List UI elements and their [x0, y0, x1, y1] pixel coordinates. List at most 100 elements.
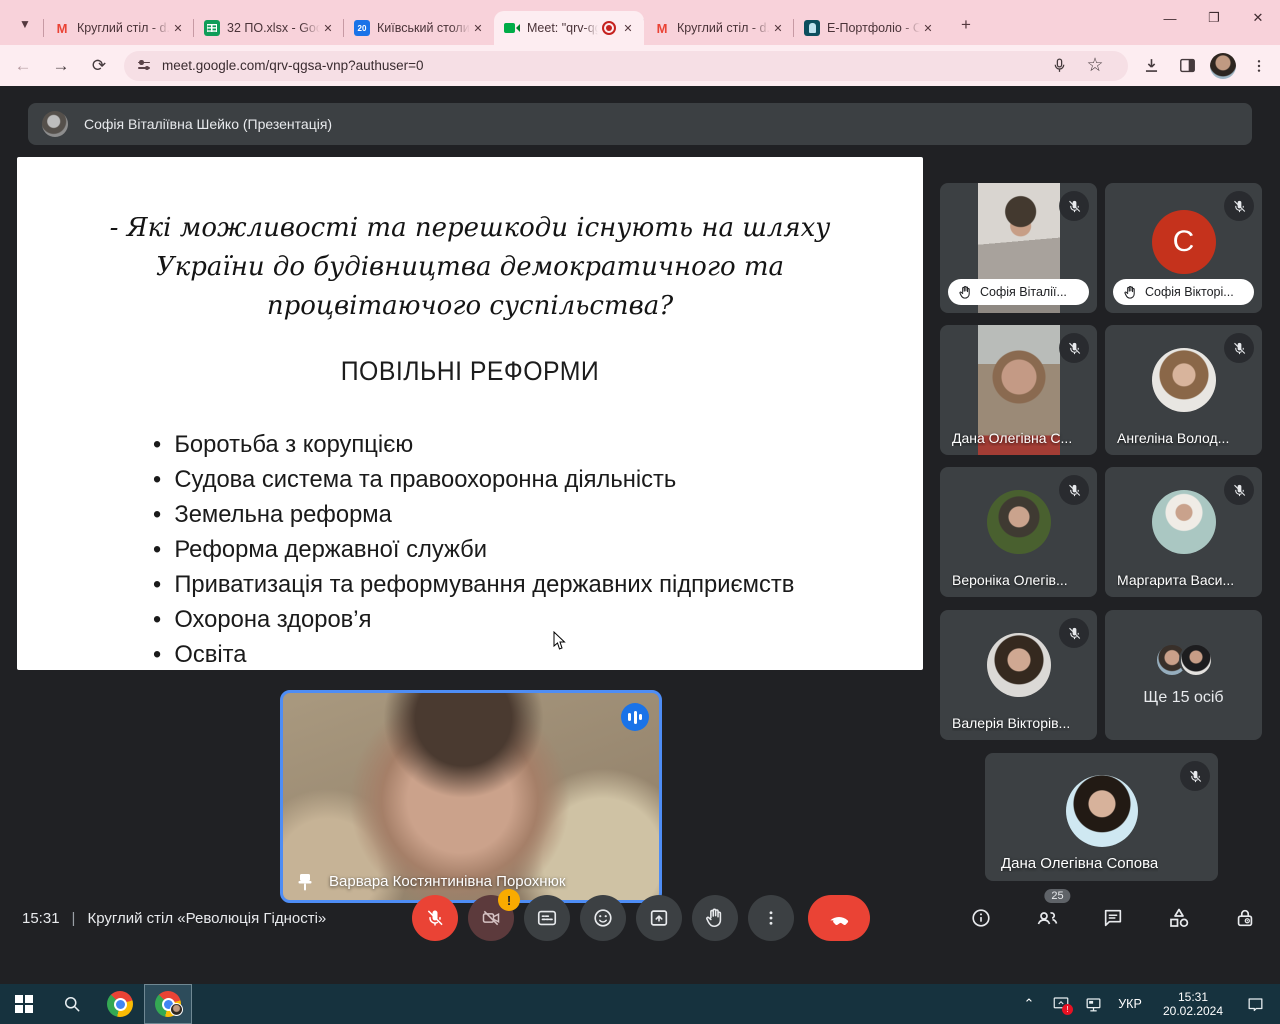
- voice-search-icon[interactable]: [1044, 51, 1074, 81]
- participant-name: Валерія Вікторів...: [952, 715, 1071, 731]
- browser-menu-icon[interactable]: [1244, 51, 1274, 81]
- window-maximize-button[interactable]: ❐: [1192, 0, 1236, 36]
- participant-photo-avatar: [1151, 489, 1216, 554]
- audio-level-indicator-icon: [621, 703, 649, 731]
- presenter-name: Софія Віталіївна Шейко (Презентація): [84, 116, 333, 132]
- tab-label: Київський столич: [377, 21, 470, 35]
- camera-alert-badge: !: [498, 889, 520, 911]
- system-tray: ⌃ ! УКР 15:31 20.02.2024: [1016, 984, 1280, 1024]
- tab-close-icon[interactable]: ✕: [470, 20, 486, 36]
- mic-off-icon: [1059, 618, 1089, 648]
- back-button[interactable]: ←: [8, 51, 38, 81]
- bookmark-star-icon[interactable]: ☆: [1080, 51, 1110, 81]
- tab-close-icon[interactable]: ✕: [320, 20, 336, 36]
- window-close-button[interactable]: ✕: [1236, 0, 1280, 36]
- end-call-button[interactable]: [808, 895, 870, 941]
- activities-button[interactable]: [1158, 897, 1200, 939]
- tab-close-icon[interactable]: ✕: [920, 20, 936, 36]
- more-options-button[interactable]: [748, 895, 794, 941]
- window-minimize-button[interactable]: —: [1148, 0, 1192, 36]
- downloads-icon[interactable]: [1136, 51, 1166, 81]
- meeting-title: Круглий стіл «Революція Гідності»: [87, 909, 327, 927]
- meet-icon: [504, 20, 520, 36]
- mouse-cursor: [553, 631, 566, 650]
- captions-button[interactable]: [524, 895, 570, 941]
- present-screen-button[interactable]: [636, 895, 682, 941]
- overflow-avatars: [1154, 643, 1213, 677]
- action-center-icon[interactable]: [1238, 984, 1272, 1024]
- slide-bullet: Боротьба з корупцією: [153, 427, 900, 462]
- taskbar-clock[interactable]: 15:31 20.02.2024: [1154, 990, 1232, 1018]
- side-panel-icon[interactable]: [1172, 51, 1202, 81]
- tab-label: 32 ПО.xlsx - Goog: [227, 21, 320, 35]
- gmail-icon: M: [56, 20, 68, 36]
- tab-sheets[interactable]: 32 ПО.xlsx - Goog ✕: [193, 11, 344, 45]
- chat-panel-button[interactable]: [1092, 897, 1134, 939]
- chrome-icon: [107, 991, 133, 1017]
- mic-off-icon: [1180, 761, 1210, 791]
- overflow-count-label: Ще 15 осіб: [1143, 689, 1224, 706]
- screen: ▼ M Круглий стіл - d.so ✕ 32 ПО.xlsx - G…: [0, 0, 1280, 1024]
- participant-tile[interactable]: Софія Віталії...: [940, 183, 1097, 313]
- participant-tile[interactable]: Дана Олегівна С...: [940, 325, 1097, 455]
- tab-gmail-1[interactable]: M Круглий стіл - d.so ✕: [43, 11, 194, 45]
- raise-hand-button[interactable]: [692, 895, 738, 941]
- slide-bullet: Земельна реформа: [153, 497, 900, 532]
- meet-page: Софія Віталіївна Шейко (Презентація) - Я…: [0, 86, 1280, 984]
- mic-off-icon: [1059, 333, 1089, 363]
- profile-avatar[interactable]: [1208, 51, 1238, 81]
- new-tab-button[interactable]: +: [952, 11, 980, 39]
- participant-name: Маргарита Васи...: [1117, 572, 1235, 588]
- taskbar-chrome-active-window[interactable]: [144, 984, 192, 1024]
- participant-name-pill: Софія Вікторі...: [1113, 279, 1254, 305]
- tab-meet-active[interactable]: Meet: "qrv-qgs ✕: [494, 11, 644, 45]
- mic-off-icon: [1224, 475, 1254, 505]
- host-controls-button[interactable]: [1224, 897, 1266, 939]
- raised-hand-icon: [1124, 285, 1135, 299]
- tray-display-icon[interactable]: !: [1048, 984, 1074, 1024]
- site-info-icon[interactable]: [136, 58, 152, 74]
- participant-tile[interactable]: Вероніка Олегів...: [940, 467, 1097, 597]
- language-indicator[interactable]: УКР: [1112, 984, 1148, 1024]
- camera-toggle-button[interactable]: !: [468, 889, 520, 941]
- tab-close-icon[interactable]: ✕: [620, 20, 636, 36]
- taskbar-search-button[interactable]: [48, 984, 96, 1024]
- tab-gmail-2[interactable]: M Круглий стіл - d.so ✕: [643, 11, 794, 45]
- start-button[interactable]: [0, 984, 48, 1024]
- people-panel-button[interactable]: 25: [1026, 889, 1071, 939]
- participant-letter-avatar: С: [1151, 209, 1216, 274]
- tab-label: Meet: "qrv-qgs: [527, 21, 598, 35]
- reload-button[interactable]: ⟳: [84, 51, 114, 81]
- url-text[interactable]: meet.google.com/qrv-qgsa-vnp?authuser=0: [162, 58, 424, 73]
- tab-portfolio[interactable]: Е-Портфоліо - Со ✕: [793, 11, 944, 45]
- windows-logo-icon: [15, 995, 33, 1013]
- tab-close-icon[interactable]: ✕: [770, 20, 786, 36]
- participant-name: Софія Вікторі...: [1145, 285, 1234, 299]
- mic-toggle-button[interactable]: [412, 895, 458, 941]
- separator: |: [71, 909, 76, 927]
- slide-bullet: Приватизація та реформування державних п…: [153, 567, 900, 602]
- taskbar-chrome-button[interactable]: [96, 984, 144, 1024]
- participant-tile[interactable]: Маргарита Васи...: [1105, 467, 1262, 597]
- slide-bullet: Судова система та правоохоронна діяльніс…: [153, 462, 900, 497]
- participant-tile[interactable]: Ангеліна Волод...: [1105, 325, 1262, 455]
- participant-tile[interactable]: С Софія Вікторі...: [1105, 183, 1262, 313]
- speaker-video-tile[interactable]: Варвара Костянтинівна Порохнюк: [280, 690, 662, 903]
- meet-control-bar: 15:31 | Круглий стіл «Революція Гідності…: [0, 886, 1280, 950]
- slide-bullet: Охорона здоров’я: [153, 602, 900, 637]
- browser-toolbar: ← → ⟳ meet.google.com/qrv-qgsa-vnp?authu…: [0, 45, 1280, 86]
- tray-expand-chevron[interactable]: ⌃: [1016, 984, 1042, 1024]
- tab-close-icon[interactable]: ✕: [170, 20, 186, 36]
- participant-tile-wide[interactable]: Дана Олегівна Сопова: [985, 753, 1218, 881]
- address-bar[interactable]: meet.google.com/qrv-qgsa-vnp?authuser=0 …: [124, 50, 1128, 81]
- raised-hand-icon: [959, 285, 970, 299]
- overflow-participants-tile[interactable]: Ще 15 осіб: [1105, 610, 1262, 740]
- tab-calendar[interactable]: 20 Київський столич ✕: [343, 11, 494, 45]
- forward-button[interactable]: →: [46, 51, 76, 81]
- tab-search-chevron-icon[interactable]: ▼: [12, 11, 38, 37]
- meeting-details-button[interactable]: [960, 897, 1002, 939]
- participant-tile[interactable]: Валерія Вікторів...: [940, 610, 1097, 740]
- tray-network-icon[interactable]: [1080, 984, 1106, 1024]
- reactions-button[interactable]: [580, 895, 626, 941]
- participant-name: Дана Олегівна Сопова: [1001, 855, 1159, 872]
